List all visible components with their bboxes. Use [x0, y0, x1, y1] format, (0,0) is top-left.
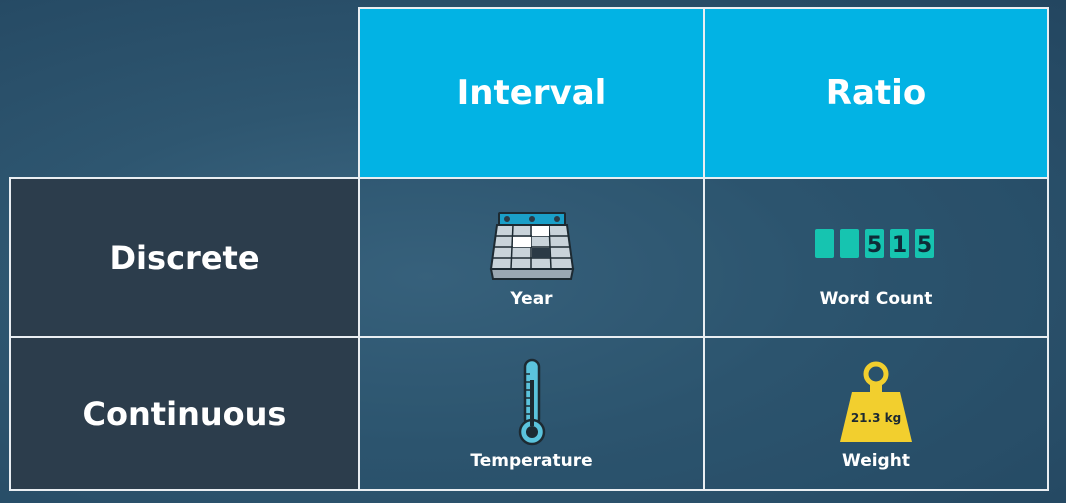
- column-header-interval: Interval: [358, 7, 705, 179]
- cell-continuous-ratio: 21.3 kg Weight: [703, 336, 1049, 491]
- cell-caption-temperature: Temperature: [470, 451, 593, 471]
- counter-digit: 5: [917, 233, 932, 258]
- counter-digit: 5: [867, 233, 882, 258]
- thermometer-icon: [518, 358, 545, 446]
- weight-icon: 21.3 kg: [840, 361, 912, 442]
- cell-discrete-ratio: 5 1 5 Word Count: [703, 177, 1049, 338]
- weight-label: 21.3 kg: [851, 411, 901, 425]
- cell-discrete-interval: Year: [358, 177, 705, 338]
- counter-icon: 5 1 5: [815, 229, 934, 258]
- cell-caption-word-count: Word Count: [819, 289, 933, 309]
- cell-caption-weight: Weight: [842, 451, 910, 471]
- cell-caption-year: Year: [510, 289, 553, 309]
- counter-digit: 1: [892, 233, 907, 258]
- column-header-ratio: Ratio: [703, 7, 1049, 179]
- calendar-icon: [489, 212, 574, 280]
- row-header-discrete: Discrete: [9, 177, 360, 338]
- cell-continuous-interval: Temperature: [358, 336, 705, 491]
- row-header-continuous: Continuous: [9, 336, 360, 491]
- scale-table: Interval Ratio Discrete Continuous Year …: [9, 7, 1049, 491]
